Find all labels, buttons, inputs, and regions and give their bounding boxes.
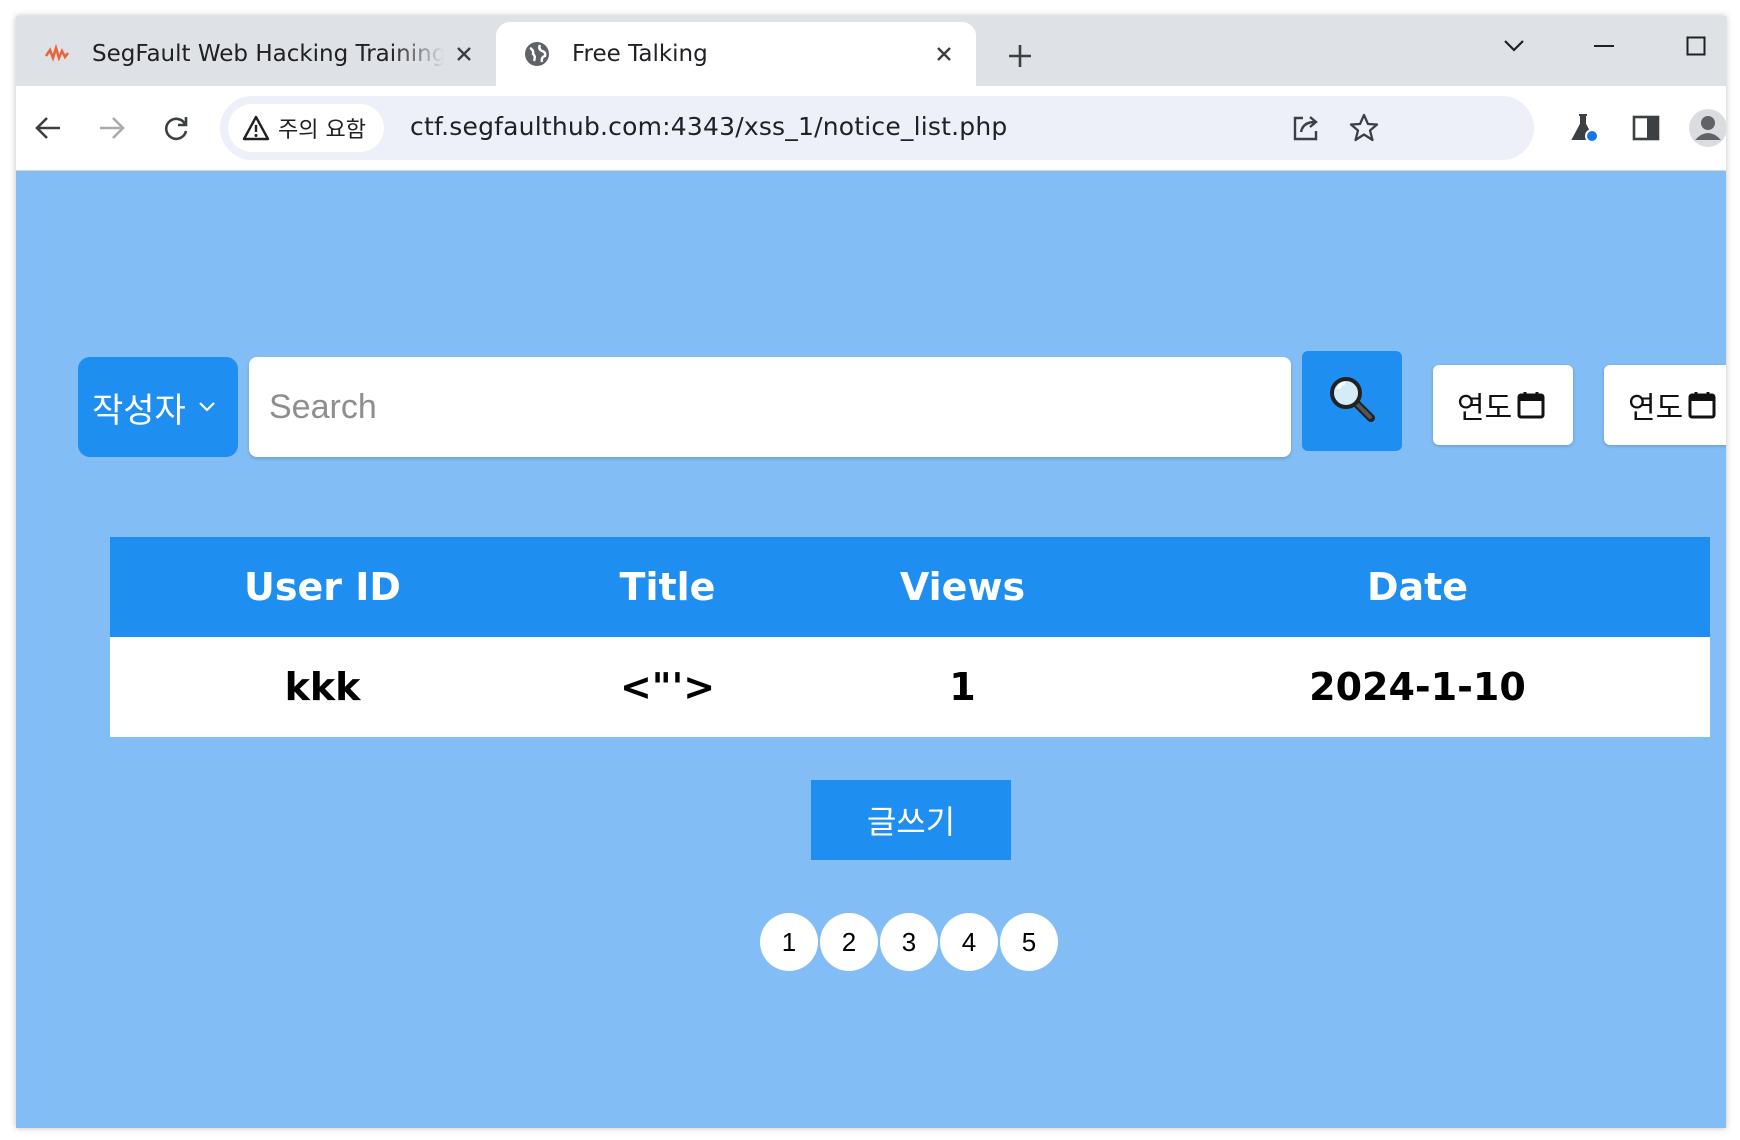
search-button[interactable] (1302, 351, 1402, 451)
minimize-icon[interactable] (1574, 24, 1634, 68)
close-tab-icon[interactable] (444, 34, 484, 74)
maximize-icon[interactable] (1666, 24, 1726, 68)
segfault-logo-icon (44, 41, 70, 67)
close-tab-icon[interactable] (924, 34, 964, 74)
side-panel-icon[interactable] (1624, 106, 1668, 150)
share-icon[interactable] (1286, 108, 1326, 148)
notice-table: User ID Title Views Date kkk <"'> 1 2024… (110, 537, 1710, 737)
tab-search-chevron-icon[interactable] (1484, 24, 1544, 68)
tab-free-talking[interactable]: Free Talking (496, 22, 976, 86)
address-bar[interactable]: 주의 요함 ctf.segfaulthub.com:4343/xss_1/not… (220, 96, 1534, 160)
cell-date: 2024-1-10 (1125, 637, 1710, 737)
tab-title: Free Talking (572, 41, 708, 67)
table-row[interactable]: kkk <"'> 1 2024-1-10 (110, 637, 1710, 737)
url-text: ctf.segfaulthub.com:4343/xss_1/notice_li… (410, 112, 1008, 141)
back-arrow-icon[interactable] (26, 106, 70, 150)
calendar-icon[interactable] (1687, 390, 1717, 420)
page-button-3[interactable]: 3 (880, 913, 938, 971)
globe-icon (524, 41, 550, 67)
column-header-user-id: User ID (110, 537, 535, 637)
security-warning-chip[interactable]: 주의 요함 (228, 104, 384, 152)
page-content: 작성자 연도 연도 (16, 171, 1726, 1128)
bookmark-star-icon[interactable] (1344, 108, 1384, 148)
chevron-down-icon (198, 401, 216, 413)
browser-toolbar: 주의 요함 ctf.segfaulthub.com:4343/xss_1/not… (16, 86, 1726, 171)
table-header-row: User ID Title Views Date (110, 537, 1710, 637)
new-tab-icon[interactable] (998, 34, 1042, 78)
column-header-date: Date (1125, 537, 1710, 637)
tab-segfault[interactable]: SegFault Web Hacking Training (16, 22, 496, 86)
warning-triangle-icon (242, 115, 270, 141)
profile-avatar-icon[interactable] (1686, 106, 1726, 150)
search-field-select-label: 작성자 (92, 390, 186, 431)
tab-strip: SegFault Web Hacking Training Free Talki… (16, 16, 1726, 86)
calendar-icon[interactable] (1516, 390, 1546, 420)
search-input[interactable] (249, 357, 1291, 457)
pagination: 1 2 3 4 5 (760, 913, 1060, 971)
page-button-5[interactable]: 5 (1000, 913, 1058, 971)
page-button-1[interactable]: 1 (760, 913, 818, 971)
cell-views: 1 (800, 637, 1125, 737)
cell-user-id: kkk (110, 637, 535, 737)
search-field-select[interactable]: 작성자 (78, 357, 238, 457)
page-button-2[interactable]: 2 (820, 913, 878, 971)
date-to-input[interactable]: 연도 (1604, 365, 1726, 445)
magnifier-icon (1327, 374, 1377, 428)
date-from-label: 연도 (1457, 391, 1513, 426)
browser-window: SegFault Web Hacking Training Free Talki… (16, 16, 1726, 1128)
date-to-label: 연도 (1628, 391, 1684, 426)
labs-flask-icon[interactable] (1562, 106, 1606, 150)
cell-title[interactable]: <"'> (535, 637, 800, 737)
reload-icon[interactable] (154, 106, 198, 150)
column-header-title: Title (535, 537, 800, 637)
date-from-input[interactable]: 연도 (1433, 365, 1573, 445)
tab-title: SegFault Web Hacking Training (92, 41, 444, 67)
page-button-4[interactable]: 4 (940, 913, 998, 971)
security-warning-label: 주의 요함 (278, 118, 366, 143)
column-header-views: Views (800, 537, 1125, 637)
write-post-button[interactable]: 글쓰기 (811, 780, 1011, 860)
forward-arrow-icon[interactable] (90, 106, 134, 150)
